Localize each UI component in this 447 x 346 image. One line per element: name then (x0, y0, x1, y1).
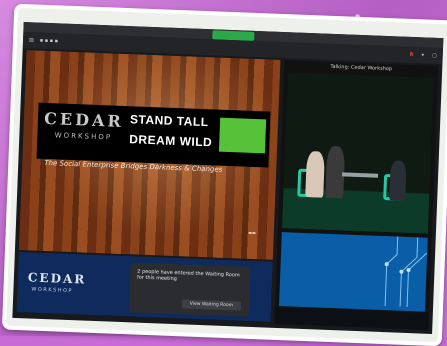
taskbar (274, 307, 429, 330)
zoom-window: ▤ ▪ ▪ ▪ ▪ R ▾ ▢ CEDAR WORKSHOP STAND TAL… (12, 22, 444, 334)
slide-logo-icon: ▬▬ (248, 229, 256, 236)
slide-green-block (218, 117, 267, 154)
lower-brand: CEDAR (27, 270, 87, 287)
waiting-room-popup: 2 people have entered the Waiting Room f… (128, 262, 251, 317)
slide-brand: CEDAR (43, 108, 125, 131)
window-icon[interactable]: ▢ (432, 53, 437, 59)
slide-title-band: CEDAR WORKSHOP STAND TALL DREAM WILD (36, 102, 271, 168)
shared-slide: CEDAR WORKSHOP STAND TALL DREAM WILD The… (18, 50, 281, 260)
monitor-photo: ▤ ▪ ▪ ▪ ▪ R ▾ ▢ CEDAR WORKSHOP STAND TAL… (1, 3, 447, 346)
record-icon[interactable]: R (410, 52, 414, 58)
toolbar-right: R ▾ ▢ (410, 52, 437, 59)
view-icon[interactable]: ▾ (421, 52, 424, 58)
slide-brand-sub: WORKSHOP (54, 131, 113, 142)
slide-tagline-2: DREAM WILD (129, 132, 213, 150)
performer-left (305, 151, 325, 198)
lower-left-panel: CEDAR WORKSHOP 2 people have entered the… (16, 252, 273, 322)
piano-keyboard (342, 172, 379, 178)
view-waiting-room-button[interactable]: View Waiting Room (181, 299, 242, 311)
toolbar-icons[interactable]: ▪ ▪ ▪ ▪ (40, 38, 59, 45)
blue-background-pane (279, 232, 428, 312)
video-gallery: Talking: Cedar Workshop (274, 60, 439, 330)
waiting-room-message: 2 people have entered the Waiting Room f… (136, 268, 240, 283)
menu-icon[interactable]: ▤ (29, 37, 34, 43)
slide-tagline-1: STAND TALL (129, 112, 209, 130)
participant-video[interactable] (282, 72, 434, 234)
performer-right (389, 160, 407, 201)
lower-brand-sub: WORKSHOP (31, 286, 74, 295)
circuit-decoration-icon (384, 236, 428, 307)
